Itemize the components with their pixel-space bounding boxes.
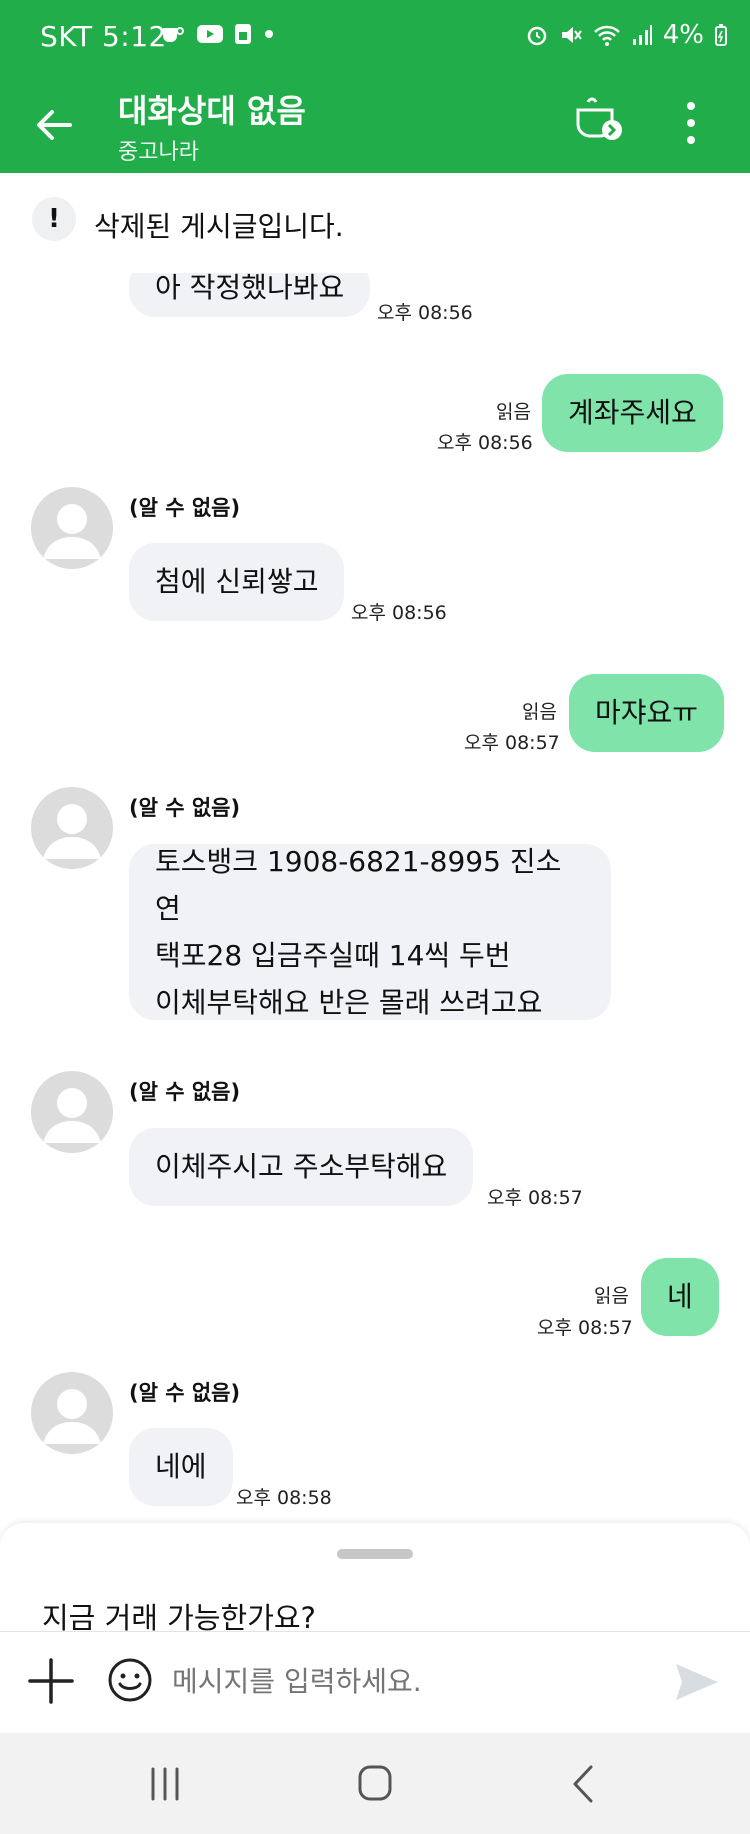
back-icon[interactable] [555, 1761, 615, 1807]
message-text: 네에 [155, 1450, 207, 1483]
message-time: 오후 08:58 [236, 1487, 332, 1509]
avatar[interactable] [31, 1372, 113, 1454]
message-bubble-out[interactable]: 마쟈요ㅠ [569, 674, 725, 752]
chat-title: 대화상대 없음 [118, 92, 306, 130]
sender-name: (알 수 없음) [129, 1080, 241, 1104]
message-bubble-in[interactable]: 네에 [129, 1428, 233, 1506]
read-receipt: 읽음 [594, 1285, 629, 1307]
home-icon[interactable] [345, 1761, 405, 1807]
sender-name: (알 수 없음) [129, 1381, 241, 1405]
signal-icon [632, 25, 652, 45]
app-icon [235, 24, 251, 44]
read-receipt: 읽음 [522, 701, 557, 723]
wifi-icon [593, 25, 620, 46]
deleted-post-notice: ! 삭제된 게시글입니다. [0, 173, 750, 273]
sender-name: (알 수 없음) [129, 496, 241, 520]
message-composer [0, 1632, 750, 1733]
battery-text: 4% [662, 20, 704, 50]
message-text: 아 작정했나봐요 [155, 273, 345, 304]
send-icon[interactable] [672, 1660, 722, 1704]
back-arrow-icon[interactable] [30, 100, 80, 150]
mute-icon [561, 27, 582, 43]
message-bubble-out[interactable]: 네 [641, 1258, 719, 1336]
cup-next-icon[interactable] [572, 92, 628, 148]
message-text: 첨에 신뢰쌓고 [155, 565, 319, 598]
message-bubble-in[interactable]: 토스뱅크 1908-6821-8995 진소연 택포28 입금주실때 14씩 두… [129, 844, 611, 1020]
message-line: 토스뱅크 1908-6821-8995 진소연 [155, 845, 562, 925]
chat-subtitle: 중고나라 [118, 140, 199, 165]
avatar[interactable] [31, 487, 113, 569]
alarm-icon [527, 26, 546, 46]
message-input[interactable] [172, 1658, 642, 1704]
message-bubble-in[interactable]: 첨에 신뢰쌓고 [129, 543, 345, 621]
exclamation-icon: ! [32, 197, 76, 241]
status-left-icons [160, 22, 276, 46]
message-text: 네 [667, 1280, 693, 1313]
default-avatar-icon [43, 804, 101, 859]
dot-icon [265, 30, 273, 38]
recent-apps-icon[interactable] [135, 1761, 195, 1807]
message-bubble-in[interactable]: 이체주시고 주소부탁해요 [129, 1128, 474, 1206]
notice-text: 삭제된 게시글입니다. [94, 210, 344, 243]
message-time: 오후 08:57 [464, 732, 560, 754]
avatar[interactable] [31, 1071, 113, 1153]
chat-messages[interactable]: 아 작정했나봐요 오후 08:56 읽음 오후 08:56 계좌주세요 (알 수… [0, 273, 750, 1523]
message-time: 오후 08:56 [351, 602, 447, 624]
read-receipt: 읽음 [496, 401, 531, 423]
status-bar: SKT 5:12 4% [0, 0, 750, 80]
message-line: 택포28 입금주실때 14씩 두번 [155, 939, 511, 972]
cup-icon [163, 27, 184, 42]
battery-icon [715, 24, 727, 46]
message-text: 마쟈요ㅠ [595, 696, 699, 729]
default-avatar-icon [43, 1389, 101, 1444]
message-bubble-out[interactable]: 계좌주세요 [542, 374, 723, 452]
message-text: 이체주시고 주소부탁해요 [155, 1150, 448, 1183]
bottom-sheet: 지금 거래 가능한가요? [0, 1523, 750, 1733]
status-right-icons: 4% [525, 20, 728, 50]
default-avatar-icon [43, 504, 101, 559]
message-time: 오후 08:56 [377, 302, 473, 324]
message-time: 오후 08:57 [487, 1187, 583, 1209]
message-time: 오후 08:56 [437, 432, 533, 454]
message-text: 계좌주세요 [568, 396, 697, 429]
emoji-icon[interactable] [106, 1656, 154, 1704]
sheet-drag-handle[interactable] [337, 1549, 413, 1559]
avatar[interactable] [31, 787, 113, 869]
system-nav-bar [0, 1733, 750, 1834]
message-line: 이체부탁해요 반은 몰래 쓰려고요 [155, 986, 543, 1019]
chat-header: 대화상대 없음 중고나라 [0, 80, 750, 173]
message-bubble-in[interactable]: 아 작정했나봐요 [129, 273, 371, 317]
message-time: 오후 08:57 [537, 1317, 633, 1339]
youtube-icon [197, 25, 223, 43]
default-avatar-icon [43, 1088, 101, 1143]
sender-name: (알 수 없음) [129, 796, 241, 820]
status-time: SKT 5:12 [40, 20, 167, 53]
plus-icon[interactable] [26, 1656, 76, 1706]
more-vertical-icon[interactable] [676, 98, 706, 148]
